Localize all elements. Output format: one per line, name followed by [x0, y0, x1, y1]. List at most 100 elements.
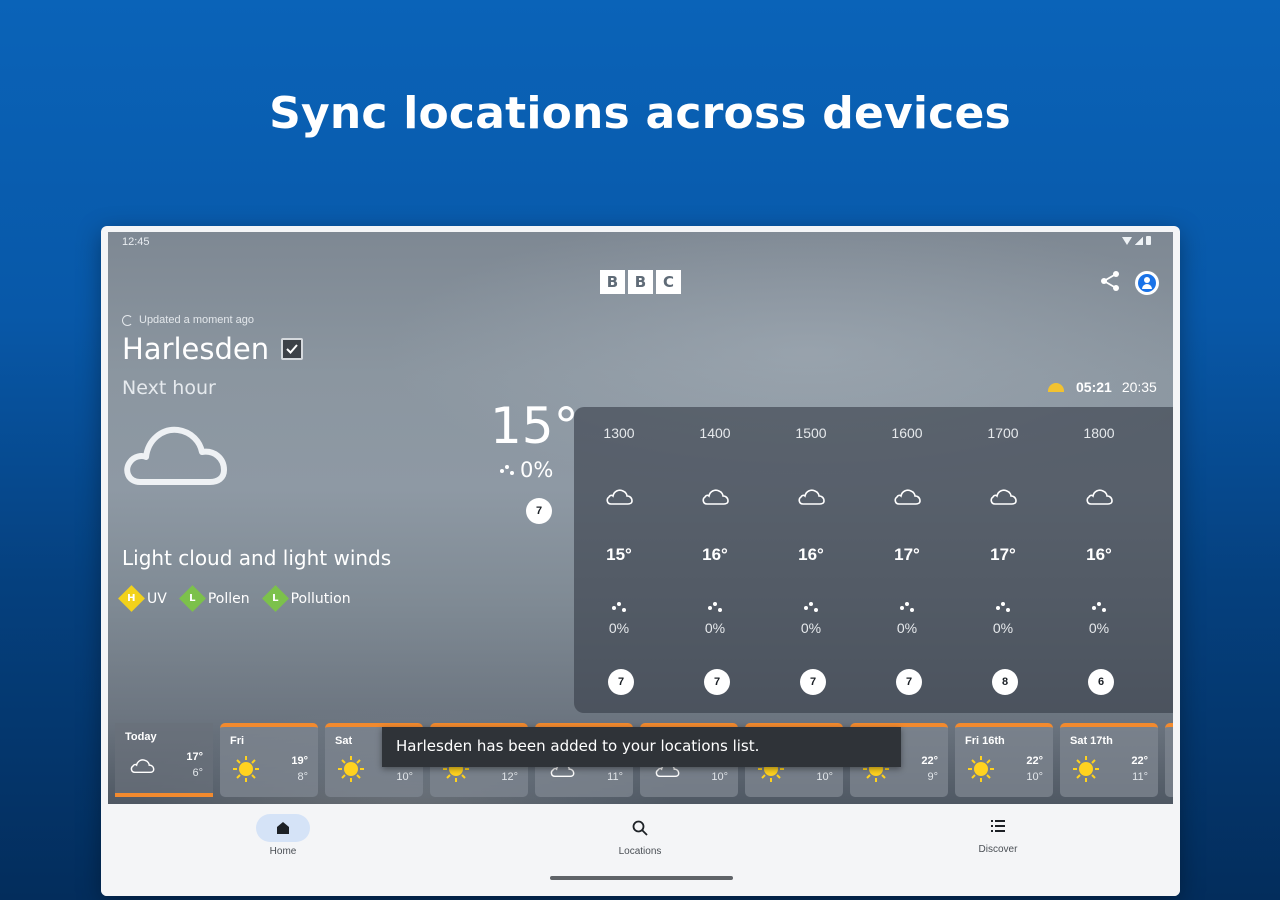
hourly-column[interactable]: 1600 17° 0% 7	[862, 407, 952, 713]
uv-level-icon: H	[118, 585, 145, 612]
weather-screen: 12:45 B B C Updated a moment ago Harlesd…	[108, 232, 1173, 804]
wind-speed-badge: 8	[992, 669, 1018, 695]
wind-speed-badge: 7	[704, 669, 730, 695]
hourly-forecast[interactable]: 1300 15° 0% 7 1400 16° 0% 7 1500 16° 0% …	[574, 407, 1173, 713]
hour-temperature: 16°	[1086, 545, 1112, 564]
hourly-column[interactable]: 1500 16° 0% 7	[766, 407, 856, 713]
cloud-icon	[702, 489, 729, 505]
account-icon[interactable]	[1135, 271, 1159, 295]
day-card[interactable]: Fri 19° 8°	[220, 723, 318, 797]
hour-rain-chance: 0%	[1088, 620, 1110, 636]
wind-speed-badge: 6	[1088, 669, 1114, 695]
day-low: 10°	[396, 771, 413, 783]
logo-letter: B	[600, 270, 625, 294]
snackbar-toast: Harlesden has been added to your locatio…	[382, 727, 901, 767]
day-low: 11°	[607, 771, 623, 783]
environment-indices: H UV L Pollen L Pollution	[118, 585, 351, 612]
hour-rain-chance: 0%	[800, 620, 822, 636]
bbc-logo: B B C	[600, 270, 681, 294]
headline: Sync locations across devices	[269, 88, 1011, 139]
uv-level: H	[127, 593, 136, 604]
share-icon[interactable]	[1098, 269, 1122, 293]
cloud-icon	[990, 489, 1017, 505]
rain-icon	[996, 600, 1012, 614]
hour-temperature: 16°	[702, 545, 728, 564]
nav-discover-label: Discover	[978, 844, 1018, 855]
day-card[interactable]: Sat 17th 22° 11°	[1060, 723, 1158, 797]
hour-rain-chance: 0%	[608, 620, 630, 636]
cloud-icon	[1086, 489, 1113, 505]
battery-icon	[1146, 236, 1151, 245]
current-rain: 0%	[500, 458, 553, 482]
uv-label: UV	[147, 590, 167, 607]
day-low: 6°	[192, 767, 203, 779]
pollen-index[interactable]: L Pollen	[178, 585, 250, 612]
day-high: 17°	[186, 751, 203, 763]
pollen-level-icon: L	[178, 585, 206, 612]
hour-label: 1400	[699, 425, 731, 441]
day-card-today[interactable]: Today 17° 6°	[115, 723, 213, 797]
hourly-column[interactable]: 1300 15° 0% 7	[574, 407, 664, 713]
hour-temperature: 16°	[798, 545, 824, 564]
current-rain-value: 0%	[520, 458, 554, 482]
wifi-icon	[1122, 236, 1132, 245]
refresh-icon[interactable]	[122, 314, 133, 326]
hour-label: 1500	[795, 425, 827, 441]
day-low: 10°	[1026, 771, 1043, 783]
day-high: 22°	[1026, 755, 1043, 767]
uv-index[interactable]: H UV	[118, 585, 167, 612]
pollution-index[interactable]: L Pollution	[261, 585, 351, 612]
logo-letter: B	[628, 270, 653, 294]
rain-icon	[900, 600, 916, 614]
hourly-column[interactable]: 1400 16° 0% 7	[670, 407, 760, 713]
rain-icon	[804, 600, 820, 614]
nav-home[interactable]: Home	[223, 814, 343, 857]
nav-locations[interactable]: Locations	[580, 814, 700, 857]
status-bar: 12:45	[122, 236, 1151, 252]
wind-speed-badge: 7	[526, 498, 552, 524]
hour-temperature: 17°	[990, 545, 1016, 564]
pollution-level-icon: L	[261, 585, 289, 612]
day-name: Sat 17th	[1070, 735, 1113, 747]
updated-status: Updated a moment ago	[122, 314, 254, 326]
hour-label: 1700	[987, 425, 1019, 441]
day-name: Today	[125, 731, 157, 743]
hour-rain-chance: 0%	[896, 620, 918, 636]
rain-icon	[612, 600, 628, 614]
pollen-level: L	[189, 593, 196, 604]
status-time: 12:45	[122, 236, 150, 248]
day-name: Fri	[230, 735, 245, 747]
cloud-icon	[124, 426, 227, 485]
gesture-home-bar[interactable]	[550, 876, 733, 880]
cloud-icon	[606, 489, 633, 505]
wind-speed-badge: 7	[608, 669, 634, 695]
day-low: 9°	[927, 771, 938, 783]
wind-speed-badge: 7	[896, 669, 922, 695]
hour-rain-chance: 0%	[704, 620, 726, 636]
saved-location-checkbox[interactable]	[281, 338, 303, 360]
sun-times: 05:21 20:35	[1048, 379, 1157, 395]
logo-letter: C	[656, 270, 681, 294]
signal-icon	[1135, 236, 1143, 245]
hour-label: 1600	[891, 425, 923, 441]
wind-speed-badge: 7	[800, 669, 826, 695]
hour-label: 1300	[603, 425, 635, 441]
nav-discover[interactable]: Discover	[938, 812, 1058, 855]
day-high: 22°	[921, 755, 938, 767]
hourly-column[interactable]: 1700 17° 0% 8	[958, 407, 1048, 713]
updated-text: Updated a moment ago	[139, 314, 254, 326]
day-low: 10°	[816, 771, 833, 783]
day-card-partial[interactable]	[1165, 723, 1173, 797]
hourly-column[interactable]: 1800 16° 0% 6	[1054, 407, 1144, 713]
day-name: Fri 16th	[965, 735, 1005, 747]
search-icon	[632, 820, 648, 836]
day-low: 12°	[501, 771, 518, 783]
weather-description: Light cloud and light winds	[122, 546, 392, 570]
day-name: Sat	[335, 735, 353, 747]
day-high: 22°	[1131, 755, 1148, 767]
location-title: Harlesden	[122, 332, 270, 366]
day-card[interactable]: Fri 16th 22° 10°	[955, 723, 1053, 797]
sunrise-icon	[1048, 382, 1064, 392]
hour-temperature: 15°	[606, 545, 632, 564]
rain-icon	[708, 600, 724, 614]
